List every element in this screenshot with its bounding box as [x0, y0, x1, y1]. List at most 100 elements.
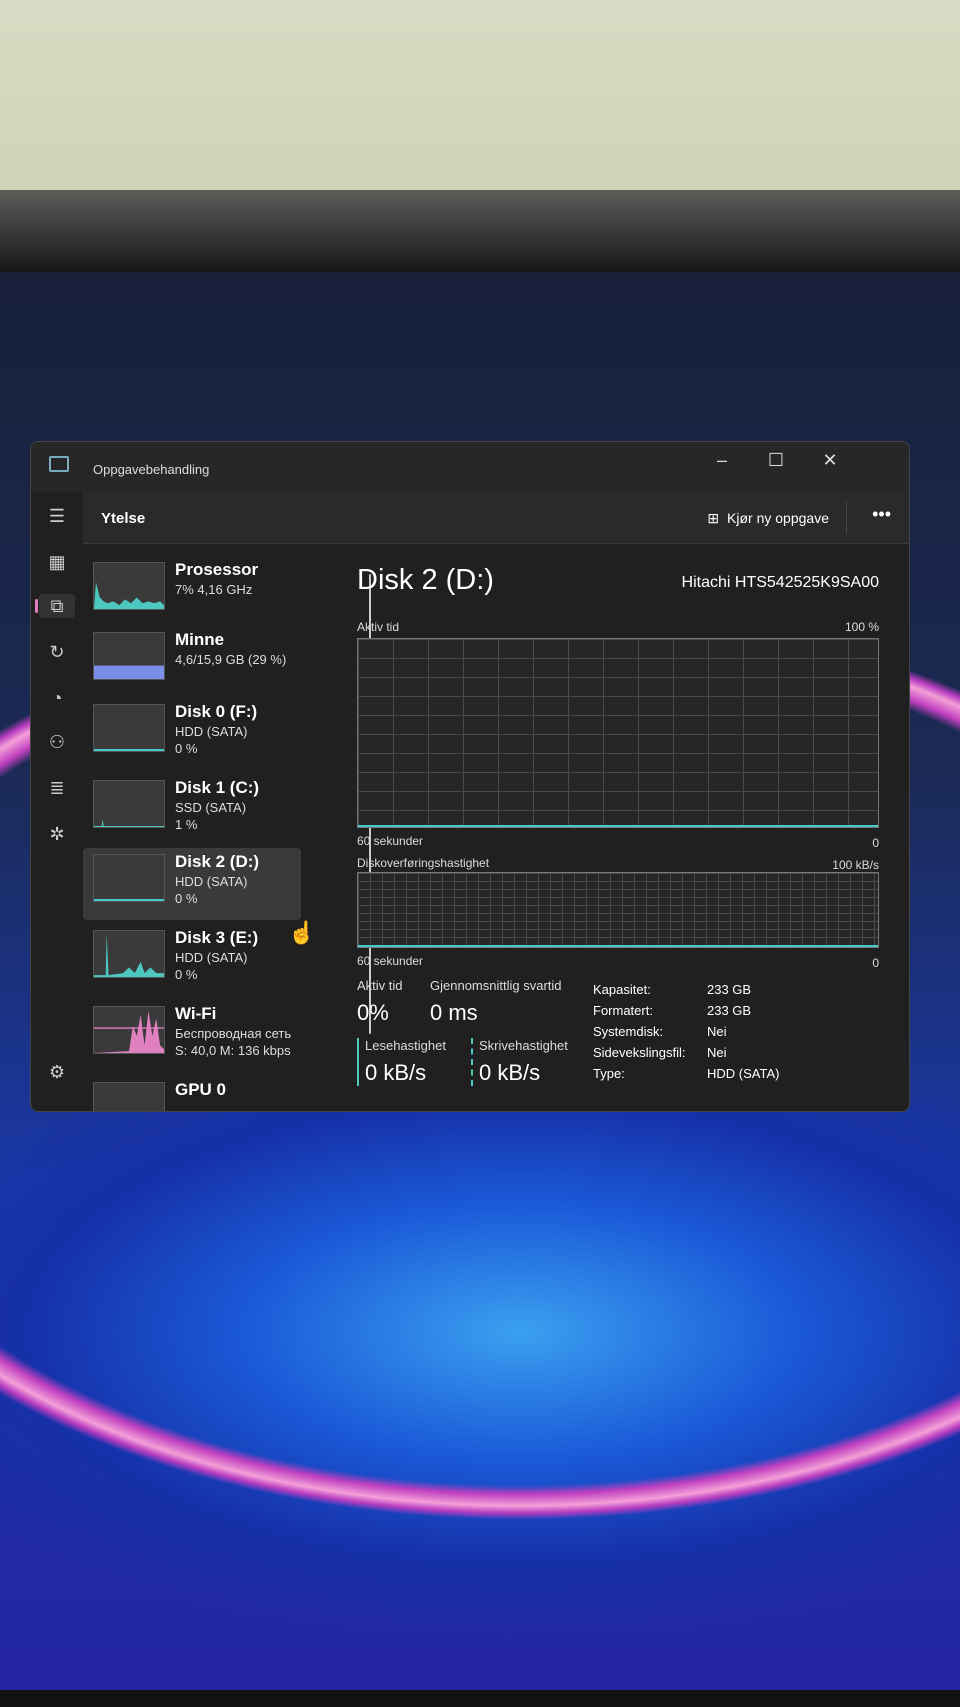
users-icon[interactable]: ⚇: [45, 730, 69, 754]
item-value: 0 %: [175, 967, 198, 982]
formatted-value: 233 GB: [707, 1003, 752, 1018]
divider: [846, 502, 847, 534]
transfer-rate-chart: [357, 872, 879, 948]
item-name: Disk 0 (F:): [175, 702, 258, 721]
list-item-disk-2[interactable]: Disk 2 (D:) HDD (SATA) 0 %: [83, 848, 301, 920]
item-name: Prosessor: [175, 560, 259, 579]
window-title: Oppgavebehandling: [93, 462, 210, 477]
chart1-label: Aktiv tid: [357, 620, 400, 634]
disk3-thumbnail-graph: [93, 930, 165, 978]
chart2-label: Diskoverføringshastighet: [357, 856, 490, 870]
startup-icon[interactable]: ◔: [45, 686, 69, 710]
more-options-button[interactable]: •••: [872, 504, 891, 525]
chart2-min: 0: [872, 956, 879, 970]
item-value: S: 40,0 M: 136 kbps: [175, 1043, 291, 1058]
task-manager-window: Oppgavebehandling – ☐ ✕ ☰ ▦ ⧉ ↻ ◔ ⚇ ≣ ✲ …: [30, 441, 910, 1112]
disk0-thumbnail-graph: [93, 704, 165, 752]
chart2-xlabel: 60 sekunder: [357, 954, 424, 968]
read-legend-line: [357, 1038, 359, 1086]
page-file-label: Sidevekslingsfil:: [593, 1045, 686, 1060]
item-name: Disk 3 (E:): [175, 928, 259, 947]
item-sub: 4,6/15,9 GB (29 %): [175, 652, 287, 667]
close-button[interactable]: ✕: [815, 450, 845, 471]
item-name: GPU 0: [175, 1080, 227, 1099]
item-value: 1 %: [175, 817, 198, 832]
new-task-label: Kjør ny oppgave: [727, 510, 829, 526]
type-label: Type:: [593, 1066, 625, 1081]
chart1-max: 100 %: [844, 620, 879, 634]
item-name: Minne: [175, 630, 225, 649]
disk-detail-panel: Disk 2 (D:) Hitachi HTS542525K9SA00 Akti…: [357, 544, 909, 1111]
list-item-memory[interactable]: Minne 4,6/15,9 GB (29 %): [83, 626, 301, 698]
active-time-line: [358, 825, 878, 827]
system-disk-label: Systemdisk:: [593, 1024, 664, 1039]
item-name: Disk 2 (D:): [175, 852, 260, 871]
list-item-disk-1[interactable]: Disk 1 (C:) SSD (SATA) 1 %: [83, 774, 301, 846]
item-sub: HDD (SATA): [175, 874, 248, 889]
capacity-label: Kapasitet:: [593, 982, 651, 997]
cpu-thumbnail-graph: [93, 562, 165, 610]
response-time-label: Gjennomsnittlig svartid: [430, 978, 562, 993]
disk-model: Hitachi HTS542525K9SA00: [681, 574, 879, 591]
memory-thumbnail-graph: [93, 632, 165, 680]
formatted-label: Formatert:: [593, 1003, 653, 1018]
system-disk-value: Nei: [707, 1024, 727, 1039]
list-item-processor[interactable]: Prosessor 7% 4,16 GHz: [83, 556, 301, 628]
new-task-button[interactable]: ⊞ Kjør ny oppgave: [707, 510, 829, 527]
read-speed-label: Lesehastighet: [365, 1038, 446, 1053]
details-icon[interactable]: ≣: [45, 776, 69, 800]
services-icon[interactable]: ✲: [45, 822, 69, 846]
write-speed-value: 0 kB/s: [479, 1060, 541, 1085]
type-value: HDD (SATA): [707, 1066, 780, 1081]
active-time-value: 0%: [357, 1000, 389, 1025]
hand-cursor-icon: ☝: [288, 920, 316, 945]
item-sub: HDD (SATA): [175, 724, 248, 739]
nav-rail: ☰ ▦ ⧉ ↻ ◔ ⚇ ≣ ✲ ⚙: [31, 492, 83, 1111]
item-sub: 7% 4,16 GHz: [175, 582, 253, 597]
item-sub: SSD (SATA): [175, 800, 247, 815]
monitor-bottom: [0, 1690, 960, 1707]
gpu-thumbnail-graph: [93, 1082, 165, 1111]
disk2-thumbnail-graph: [93, 854, 165, 902]
disk1-thumbnail-graph: [93, 780, 165, 828]
write-speed-label: Skrivehastighet: [479, 1038, 568, 1053]
page-header: Ytelse ⊞ Kjør ny oppgave •••: [83, 492, 909, 544]
item-name: Disk 1 (C:): [175, 778, 260, 797]
item-value: 0 %: [175, 741, 198, 756]
minimize-button[interactable]: –: [707, 450, 737, 471]
list-item-disk-3[interactable]: Disk 3 (E:) HDD (SATA) 0 %: [83, 924, 301, 996]
read-speed-value: 0 kB/s: [365, 1060, 427, 1085]
maximize-button[interactable]: ☐: [761, 450, 791, 471]
history-icon[interactable]: ↻: [45, 640, 69, 664]
chart1-min: 0: [872, 836, 879, 850]
resource-list: Prosessor 7% 4,16 GHz Minne 4,6/15,9 GB …: [83, 544, 371, 1111]
item-sub: HDD (SATA): [175, 950, 248, 965]
page-file-value: Nei: [707, 1045, 727, 1060]
active-time-label: Aktiv tid: [357, 978, 403, 993]
item-value: 0 %: [175, 891, 198, 906]
list-item-wifi[interactable]: Wi-Fi Беспроводная сеть S: 40,0 M: 136 k…: [83, 1000, 301, 1072]
list-item-gpu-0[interactable]: GPU 0: [83, 1076, 301, 1111]
title-bar: Oppgavebehandling – ☐ ✕: [31, 442, 909, 492]
wall-background: [0, 0, 960, 192]
task-manager-icon: [49, 456, 69, 472]
chart2-max: 100 kB/s: [832, 858, 879, 872]
monitor-bezel: [0, 190, 960, 275]
item-name: Wi-Fi: [175, 1004, 217, 1023]
transfer-rate-line: [358, 945, 878, 947]
disk-title: Disk 2 (D:): [357, 564, 494, 596]
active-time-chart: [357, 638, 879, 828]
write-legend-line: [471, 1038, 473, 1086]
list-item-disk-0[interactable]: Disk 0 (F:) HDD (SATA) 0 %: [83, 698, 301, 770]
page-title: Ytelse: [101, 510, 146, 527]
item-sub: Беспроводная сеть: [175, 1026, 292, 1041]
settings-icon[interactable]: ⚙: [45, 1060, 69, 1084]
new-task-icon: ⊞: [707, 510, 720, 526]
chart1-xlabel: 60 sekunder: [357, 834, 424, 848]
processes-icon[interactable]: ▦: [45, 550, 69, 574]
capacity-value: 233 GB: [707, 982, 752, 997]
menu-icon[interactable]: ☰: [45, 504, 69, 528]
wifi-thumbnail-graph: [93, 1006, 165, 1054]
performance-icon[interactable]: ⧉: [35, 594, 75, 618]
response-time-value: 0 ms: [430, 1000, 478, 1025]
